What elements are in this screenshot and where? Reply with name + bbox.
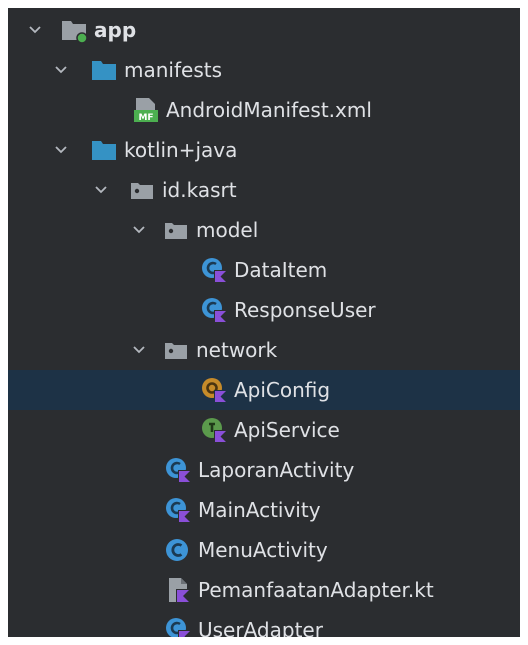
chevron-down-icon[interactable] [22, 17, 48, 43]
tree-row-label: DataItem [234, 258, 328, 282]
kotlin-class-icon [200, 296, 228, 324]
tree-row-apiservice[interactable]: ApiService [8, 410, 520, 450]
tree-row-label: MenuActivity [198, 538, 328, 562]
tree-row-apiconfig[interactable]: ApiConfig [8, 370, 520, 410]
tree-row-responseuser[interactable]: ResponseUser [8, 290, 520, 330]
kotlin-object-icon [200, 376, 228, 404]
tree-row-app[interactable]: app [8, 10, 520, 50]
package-icon [128, 176, 156, 204]
kotlin-file-icon [164, 576, 192, 604]
tree-row-android-manifest[interactable]: MF AndroidManifest.xml [8, 90, 520, 130]
tree-row-pemanfaatanadapter[interactable]: PemanfaatanAdapter.kt [8, 570, 520, 610]
tree-row-label: manifests [124, 58, 222, 82]
tree-row-useradapter[interactable]: UserAdapter [8, 610, 520, 637]
tree-row-label: PemanfaatanAdapter.kt [198, 578, 434, 602]
tree-row-label: ResponseUser [234, 298, 376, 322]
chevron-down-icon[interactable] [88, 177, 114, 203]
tree-row-label: id.kasrt [162, 178, 237, 202]
tree-row-network[interactable]: network [8, 330, 520, 370]
tree-row-label: AndroidManifest.xml [166, 98, 372, 122]
kotlin-class-icon [200, 256, 228, 284]
folder-icon [90, 56, 118, 84]
tree-row-manifests[interactable]: manifests [8, 50, 520, 90]
kotlin-class-icon [164, 496, 192, 524]
chevron-down-icon[interactable] [48, 57, 74, 83]
tree-row-label: ApiConfig [234, 378, 331, 402]
tree-row-menuactivity[interactable]: MenuActivity [8, 530, 520, 570]
java-class-icon [164, 536, 192, 564]
chevron-down-icon[interactable] [48, 137, 74, 163]
source-folder-icon [90, 136, 118, 164]
tree-row-id-kasrt[interactable]: id.kasrt [8, 170, 520, 210]
kotlin-interface-icon [200, 416, 228, 444]
project-tool-window: app manifests MF AndroidManifest.xml kot… [8, 8, 520, 637]
manifest-badge-text: MF [138, 113, 153, 123]
kotlin-class-icon [164, 456, 192, 484]
tree-row-label: kotlin+java [124, 138, 238, 162]
tree-row-label: model [196, 218, 259, 242]
tree-row-kotlin-java[interactable]: kotlin+java [8, 130, 520, 170]
tree-row-label: network [196, 338, 278, 362]
tree-row-label: MainActivity [198, 498, 321, 522]
package-icon [162, 216, 190, 244]
tree-row-dataitem[interactable]: DataItem [8, 250, 520, 290]
package-icon [162, 336, 190, 364]
chevron-down-icon[interactable] [126, 217, 152, 243]
tree-row-label: UserAdapter [198, 618, 323, 637]
chevron-down-icon[interactable] [126, 337, 152, 363]
module-folder-icon [60, 16, 88, 44]
tree-row-laporanactivity[interactable]: LaporanActivity [8, 450, 520, 490]
tree-row-mainactivity[interactable]: MainActivity [8, 490, 520, 530]
tree-row-label: ApiService [234, 418, 340, 442]
kotlin-class-icon [164, 616, 192, 637]
tree-row-label: LaporanActivity [198, 458, 355, 482]
manifest-file-icon: MF [132, 96, 160, 124]
tree-row-model[interactable]: model [8, 210, 520, 250]
tree-row-label: app [94, 18, 137, 42]
